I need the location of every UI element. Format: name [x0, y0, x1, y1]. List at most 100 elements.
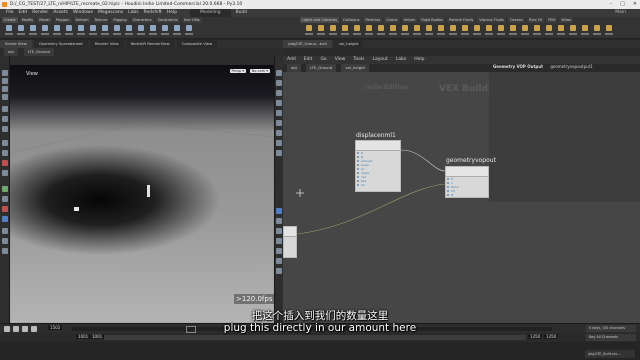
shelf-tool-icon[interactable] — [436, 25, 445, 37]
range-end2-field[interactable]: 1350 — [544, 334, 559, 339]
guides-icon[interactable] — [276, 130, 282, 136]
shelf-tab[interactable]: Deform — [73, 17, 91, 23]
ghost-icon[interactable] — [276, 110, 282, 116]
menu-render[interactable]: Render — [32, 9, 48, 17]
shelf-tool-icon[interactable] — [316, 25, 325, 37]
node-name-geometryvopout[interactable]: geometryvopout — [446, 157, 496, 164]
shelf-tab[interactable]: Characters — [130, 17, 154, 23]
shelf-tool-icon[interactable] — [400, 25, 409, 37]
range-start-field[interactable]: 1001 — [76, 334, 91, 339]
shelf-tab[interactable]: Wires — [559, 17, 574, 23]
shelf-tab[interactable]: Hair Utils — [181, 17, 202, 23]
grid-tool-icon[interactable] — [2, 170, 8, 176]
display-options-icon[interactable] — [276, 70, 282, 76]
shelf-tool-icon[interactable] — [4, 25, 13, 37]
key-all-channels-button[interactable]: Key All Channels — [586, 334, 636, 341]
light-tool-icon[interactable] — [2, 196, 8, 202]
tab-network-view[interactable]: /obj/LTE_Groun...tcdl — [283, 40, 332, 48]
menu-edit[interactable]: Edit — [19, 9, 28, 17]
shelf-tab[interactable]: Pyro FX — [526, 17, 545, 23]
shelf-tool-icon[interactable] — [544, 25, 553, 37]
shelf-tool-icon[interactable] — [556, 25, 565, 37]
shelf-tab[interactable]: Rigid Bodies — [419, 17, 446, 23]
path-segment[interactable]: LTE_Ground — [23, 48, 54, 56]
flag-tool-icon[interactable] — [2, 206, 8, 212]
snap-tool-icon[interactable] — [2, 150, 8, 156]
shelf-tool-icon[interactable] — [448, 25, 457, 37]
normals-icon[interactable] — [276, 140, 282, 146]
handle-tool-icon[interactable] — [2, 106, 8, 112]
scale-tool-icon[interactable] — [2, 94, 8, 100]
shelf-tab[interactable]: Modify — [19, 17, 36, 23]
scene-viewport[interactable]: View Persp ▾ No cam ▾ >120.0fps — [10, 65, 274, 323]
pose-tool-icon[interactable] — [2, 116, 8, 122]
select-tool-icon[interactable] — [2, 70, 8, 76]
shelf-tool-icon[interactable] — [412, 25, 421, 37]
shelf-tool-icon[interactable] — [508, 25, 517, 37]
group-icon[interactable] — [276, 248, 282, 254]
shelf-tool-icon[interactable] — [424, 25, 433, 37]
displacenml-node[interactable]: P N amount scale sc nbias opt fwd dir — [355, 140, 401, 192]
shelf-tool-icon[interactable] — [184, 25, 193, 37]
shelf-tool-icon[interactable] — [340, 25, 349, 37]
shelf-tab[interactable]: Rigging — [111, 17, 129, 23]
breakpoint-icon[interactable] — [276, 238, 282, 244]
shelf-tool-icon[interactable] — [472, 25, 481, 37]
tab-render-view[interactable]: Render View — [89, 40, 124, 48]
shelf-tool-icon[interactable] — [304, 25, 313, 37]
shelf-tool-icon[interactable] — [496, 25, 505, 37]
shelf-tool-icon[interactable] — [580, 25, 589, 37]
rotate-tool-icon[interactable] — [2, 86, 8, 92]
shelf-tool-icon[interactable] — [160, 25, 169, 37]
display-tool-icon[interactable] — [2, 186, 8, 192]
shelf-tool-icon[interactable] — [352, 25, 361, 37]
menu-labs[interactable]: Labs — [128, 9, 138, 17]
main-desktop-label[interactable]: Main — [615, 9, 626, 17]
primitive-icon[interactable] — [276, 218, 282, 224]
tab-vol-height[interactable]: vol_height — [333, 40, 364, 48]
tab-redshift-renderview[interactable]: Redshift RenderView — [125, 40, 175, 48]
shelf-tab[interactable]: Particles — [363, 17, 383, 23]
shelf-tool-icon[interactable] — [52, 25, 61, 37]
geometry-tool-icon[interactable] — [2, 216, 8, 222]
vertex-icon[interactable] — [276, 208, 282, 214]
wireframe-icon[interactable] — [276, 100, 282, 106]
node-name-displacenml[interactable]: displacenml1 — [356, 132, 396, 139]
shelf-tab[interactable]: FEM — [546, 17, 558, 23]
shelf-tool-icon[interactable] — [172, 25, 181, 37]
record-tool-icon[interactable] — [2, 160, 8, 166]
range-slider[interactable] — [104, 335, 526, 340]
shelf-tool-icon[interactable] — [532, 25, 541, 37]
shelf-tool-icon[interactable] — [112, 25, 121, 37]
shelf-tab[interactable]: Viscous Fluids — [477, 17, 506, 23]
shelf-tool-icon[interactable] — [592, 25, 601, 37]
flipbook-icon[interactable] — [276, 268, 282, 274]
node-input-row[interactable]: N — [446, 193, 488, 197]
shelf-tool-icon[interactable] — [76, 25, 85, 37]
menu-windows[interactable]: Windows — [73, 9, 93, 17]
minimize-button[interactable]: – — [610, 0, 613, 9]
shelf-tool-icon[interactable] — [364, 25, 373, 37]
move-tool-icon[interactable] — [2, 78, 8, 84]
shelf-tool-icon[interactable] — [40, 25, 49, 37]
paint-tool-icon[interactable] — [2, 238, 8, 244]
shelf-tool-icon[interactable] — [484, 25, 493, 37]
shelf-tool-icon[interactable] — [16, 25, 25, 37]
range-end-field[interactable]: 1350 — [528, 334, 543, 339]
shelf-tool-icon[interactable] — [568, 25, 577, 37]
points-icon[interactable] — [276, 150, 282, 156]
shelf-tool-icon[interactable] — [376, 25, 385, 37]
shelf-tool-icon[interactable] — [388, 25, 397, 37]
tab-composite-view[interactable]: Composite View — [176, 40, 218, 48]
taskbar-item[interactable]: /obj/LTE_Built pic... — [585, 350, 635, 358]
desktop-selector[interactable]: Modeling — [190, 9, 231, 17]
shelf-tool-icon[interactable] — [328, 25, 337, 37]
close-button[interactable]: ✕ — [633, 0, 637, 9]
shelf-tab[interactable]: Create — [2, 17, 18, 23]
shelf-tool-icon[interactable] — [28, 25, 37, 37]
shelf-tab[interactable]: Constraints — [155, 17, 180, 23]
path-segment[interactable]: obj — [4, 48, 18, 56]
tab-scene-view[interactable]: Scene View — [0, 40, 32, 48]
sculpt-tool-icon[interactable] — [2, 248, 8, 254]
view-tool-icon[interactable] — [2, 126, 8, 132]
